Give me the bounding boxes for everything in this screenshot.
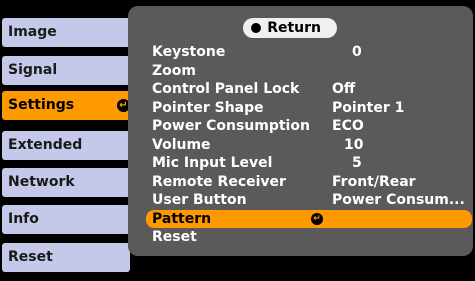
tab-network[interactable]: Network <box>2 168 130 197</box>
tab-image[interactable]: Image <box>2 18 130 47</box>
row-label: Power Consumption <box>152 118 310 134</box>
tab-label: Extended <box>8 137 83 153</box>
row-user-button[interactable]: User Button Power Consum... <box>146 191 472 210</box>
tab-signal[interactable]: Signal <box>2 56 130 85</box>
menu-tabs: Image Signal Settings ↵ Extended Network… <box>0 0 140 281</box>
row-keystone[interactable]: Keystone 0 <box>146 43 472 62</box>
row-label: Control Panel Lock <box>152 81 300 97</box>
row-value: Power Consum... <box>332 192 465 208</box>
tab-label: Reset <box>8 249 53 265</box>
tab-label: Info <box>8 211 39 227</box>
tab-settings[interactable]: Settings ↵ <box>2 91 138 120</box>
row-value: ECO <box>332 118 364 134</box>
row-label: Remote Receiver <box>152 173 286 190</box>
return-label: Return <box>267 20 321 36</box>
tab-extended[interactable]: Extended <box>2 131 130 160</box>
row-remote-receiver[interactable]: Remote Receiver Front/Rear <box>146 173 472 192</box>
tab-reset[interactable]: Reset <box>2 243 130 272</box>
row-power-consumption[interactable]: Power Consumption ECO <box>146 117 472 136</box>
row-volume[interactable]: Volume 10 <box>146 136 472 155</box>
row-zoom[interactable]: Zoom <box>146 62 472 81</box>
return-button[interactable]: Return <box>243 18 337 38</box>
row-label: Pointer Shape <box>152 99 264 116</box>
row-value: 5 <box>352 155 362 171</box>
row-value: Pointer 1 <box>332 99 405 116</box>
row-label: Pattern <box>152 210 212 227</box>
row-pattern[interactable]: Pattern ↵ <box>146 209 472 228</box>
row-label: Mic Input Level <box>152 155 273 171</box>
tab-info[interactable]: Info <box>2 205 130 234</box>
row-reset[interactable]: Reset <box>146 228 472 247</box>
row-label: Zoom <box>152 62 196 79</box>
return-icon <box>251 23 261 33</box>
tab-label: Image <box>8 24 57 40</box>
enter-icon: ↵ <box>311 212 323 225</box>
tab-label: Signal <box>8 62 58 78</box>
row-label: Volume <box>152 136 211 153</box>
row-label: User Button <box>152 192 247 208</box>
tab-label: Settings <box>8 97 75 113</box>
row-pointer-shape[interactable]: Pointer Shape Pointer 1 <box>146 99 472 118</box>
row-label: Reset <box>152 229 197 245</box>
row-value: Front/Rear <box>332 173 416 190</box>
row-value: 0 <box>352 44 362 60</box>
row-mic-input-level[interactable]: Mic Input Level 5 <box>146 154 472 173</box>
settings-list: Keystone 0 Zoom Control Panel Lock Off P… <box>146 43 472 247</box>
row-label: Keystone <box>152 44 226 60</box>
row-control-panel-lock[interactable]: Control Panel Lock Off <box>146 80 472 99</box>
row-value: Off <box>332 81 356 97</box>
tab-label: Network <box>8 174 75 190</box>
row-value: 10 <box>344 136 364 153</box>
